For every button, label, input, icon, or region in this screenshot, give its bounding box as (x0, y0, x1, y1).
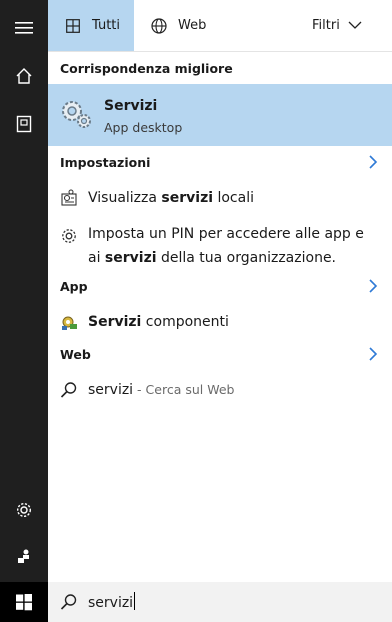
start-button[interactable] (0, 582, 48, 622)
menu-button[interactable] (0, 8, 48, 48)
item-text-post: della tua organizzazione. (156, 250, 337, 266)
scope-tabs: Tutti Web Filtri (48, 0, 392, 52)
web-query: servizi (88, 382, 134, 398)
chevron-right-icon[interactable] (368, 279, 378, 293)
search-icon (60, 594, 77, 610)
text-caret (134, 592, 136, 610)
chevron-right-icon[interactable] (368, 155, 378, 169)
chevron-down-icon (348, 21, 362, 30)
gears-icon (62, 101, 91, 128)
best-match-title: Servizi (104, 98, 158, 114)
search-input[interactable]: servizi (88, 592, 136, 611)
search-icon (60, 382, 77, 398)
item-text-pre: Visualizza (88, 190, 162, 206)
hamburger-icon (15, 22, 33, 34)
item-text-pre: ai (88, 250, 105, 266)
list-item-component-services[interactable]: Servizi componenti (48, 308, 392, 336)
notebook-button[interactable] (0, 104, 48, 144)
filters-label: Filtri (312, 18, 340, 33)
search-value: servizi (88, 595, 134, 611)
list-item-view-services[interactable]: Visualizza servizi locali (48, 184, 392, 212)
gear-icon (16, 502, 32, 518)
tab-web-label: Web (178, 18, 207, 33)
best-match-heading: Corrispondenza migliore (60, 61, 233, 76)
search-box[interactable]: servizi (48, 582, 392, 622)
gear-icon (62, 229, 76, 243)
home-icon (16, 68, 32, 84)
item-text-line1: Imposta un PIN per accedere alle app e (88, 226, 364, 242)
item-text-post: componenti (141, 314, 229, 330)
notebook-icon (16, 115, 32, 133)
item-text-bold: servizi (161, 190, 214, 206)
item-text-bold: servizi (104, 250, 157, 266)
feedback-button[interactable] (0, 536, 48, 576)
home-button[interactable] (0, 56, 48, 96)
best-match-subtitle: App desktop (104, 120, 183, 135)
item-text-post: locali (213, 190, 254, 206)
chevron-right-icon[interactable] (368, 347, 378, 361)
left-rail (0, 0, 48, 622)
feedback-icon (18, 549, 29, 563)
tab-all[interactable]: Tutti (48, 0, 134, 51)
component-services-icon (62, 316, 77, 330)
globe-icon (150, 17, 168, 35)
search-results-panel: Tutti Web Filtri Corrispondenza migliore (48, 0, 392, 622)
settings-heading: Impostazioni (60, 155, 151, 170)
list-item-set-pin[interactable]: Imposta un PIN per accedere alle app e a… (48, 222, 392, 272)
filters-dropdown[interactable]: Filtri (312, 0, 392, 51)
app-heading: App (60, 279, 88, 294)
web-suffix: - Cerca sul Web (133, 382, 235, 397)
tab-web[interactable]: Web (134, 0, 234, 51)
settings-button[interactable] (0, 490, 48, 530)
best-match-item[interactable]: Servizi App desktop (48, 84, 392, 146)
web-heading: Web (60, 347, 91, 362)
services-settings-icon (61, 189, 77, 206)
grid-icon (64, 17, 82, 35)
windows-logo-icon (16, 594, 32, 611)
item-text-bold: Servizi (88, 314, 142, 330)
tab-all-label: Tutti (92, 18, 121, 33)
list-item-web-search[interactable]: servizi - Cerca sul Web (48, 376, 392, 404)
